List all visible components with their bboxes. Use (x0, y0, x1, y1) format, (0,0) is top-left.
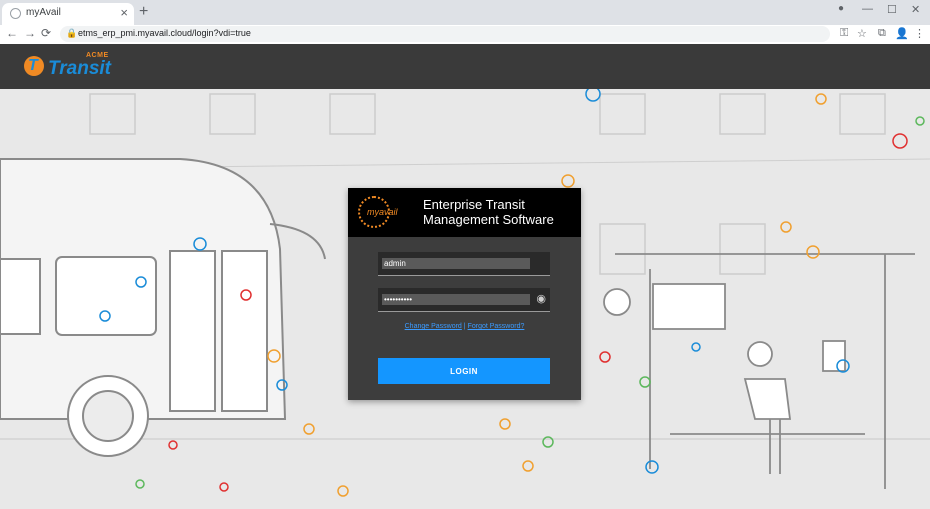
tab-title: myAvail (26, 7, 61, 18)
maximize-button[interactable]: ☐ (887, 3, 897, 16)
reload-button[interactable]: ⟳ (41, 26, 51, 40)
close-window-button[interactable]: ✕ (911, 3, 920, 16)
key-icon[interactable]: ⚿ (840, 27, 848, 40)
username-input[interactable] (382, 258, 530, 269)
record-icon[interactable]: ● (838, 3, 844, 14)
login-button[interactable]: LOGIN (378, 358, 550, 384)
new-tab-button[interactable]: + (139, 3, 148, 21)
myavail-logo: myavail (358, 196, 402, 228)
browser-tab[interactable]: myAvail × (2, 3, 134, 25)
tab-close-icon[interactable]: × (120, 5, 128, 20)
login-card: myavail Enterprise Transit Management So… (348, 188, 581, 400)
browser-toolbar: ← → ⟳ 🔒 etms_erp_pmi.myavail.cloud/login… (0, 25, 930, 45)
url-text[interactable]: etms_erp_pmi.myavail.cloud/login?vdi=tru… (78, 28, 251, 38)
myavail-logo-text: myavail (367, 207, 398, 217)
lock-icon[interactable]: 🔒 (66, 28, 77, 39)
minimize-button[interactable]: — (862, 3, 873, 15)
logo-transit-text: Transit (48, 58, 112, 79)
app-header: ACME Transit (0, 44, 930, 89)
browser-tab-bar: myAvail × + ● — ☐ ✕ (0, 0, 930, 25)
username-field[interactable] (378, 252, 550, 276)
globe-favicon-icon (10, 8, 21, 19)
login-card-header: myavail Enterprise Transit Management So… (348, 188, 581, 237)
puzzle-icon[interactable]: ⧉ (878, 27, 886, 40)
profile-icon[interactable]: 👤 (895, 27, 909, 40)
menu-dots-icon[interactable]: ⋮ (914, 27, 925, 40)
address-bar[interactable]: 🔒 etms_erp_pmi.myavail.cloud/login?vdi=t… (60, 26, 830, 42)
app-title: Enterprise Transit Management Software (423, 197, 554, 227)
transit-logo-icon (24, 56, 44, 76)
password-field[interactable]: ◉ (378, 288, 550, 312)
forward-button[interactable]: → (24, 26, 36, 40)
password-input[interactable] (382, 294, 530, 305)
forgot-password-link[interactable]: Forgot Password? (468, 323, 525, 330)
star-icon[interactable]: ☆ (857, 27, 867, 40)
back-button[interactable]: ← (6, 26, 18, 40)
app-title-line1: Enterprise Transit (423, 197, 525, 212)
password-links: Change Password | Forgot Password? (348, 323, 581, 330)
acme-transit-logo: ACME Transit (24, 52, 124, 82)
app-title-line2: Management Software (423, 212, 554, 227)
eye-slash-icon[interactable]: ◉ (536, 292, 546, 305)
link-separator: | (463, 323, 466, 330)
change-password-link[interactable]: Change Password (405, 323, 462, 330)
